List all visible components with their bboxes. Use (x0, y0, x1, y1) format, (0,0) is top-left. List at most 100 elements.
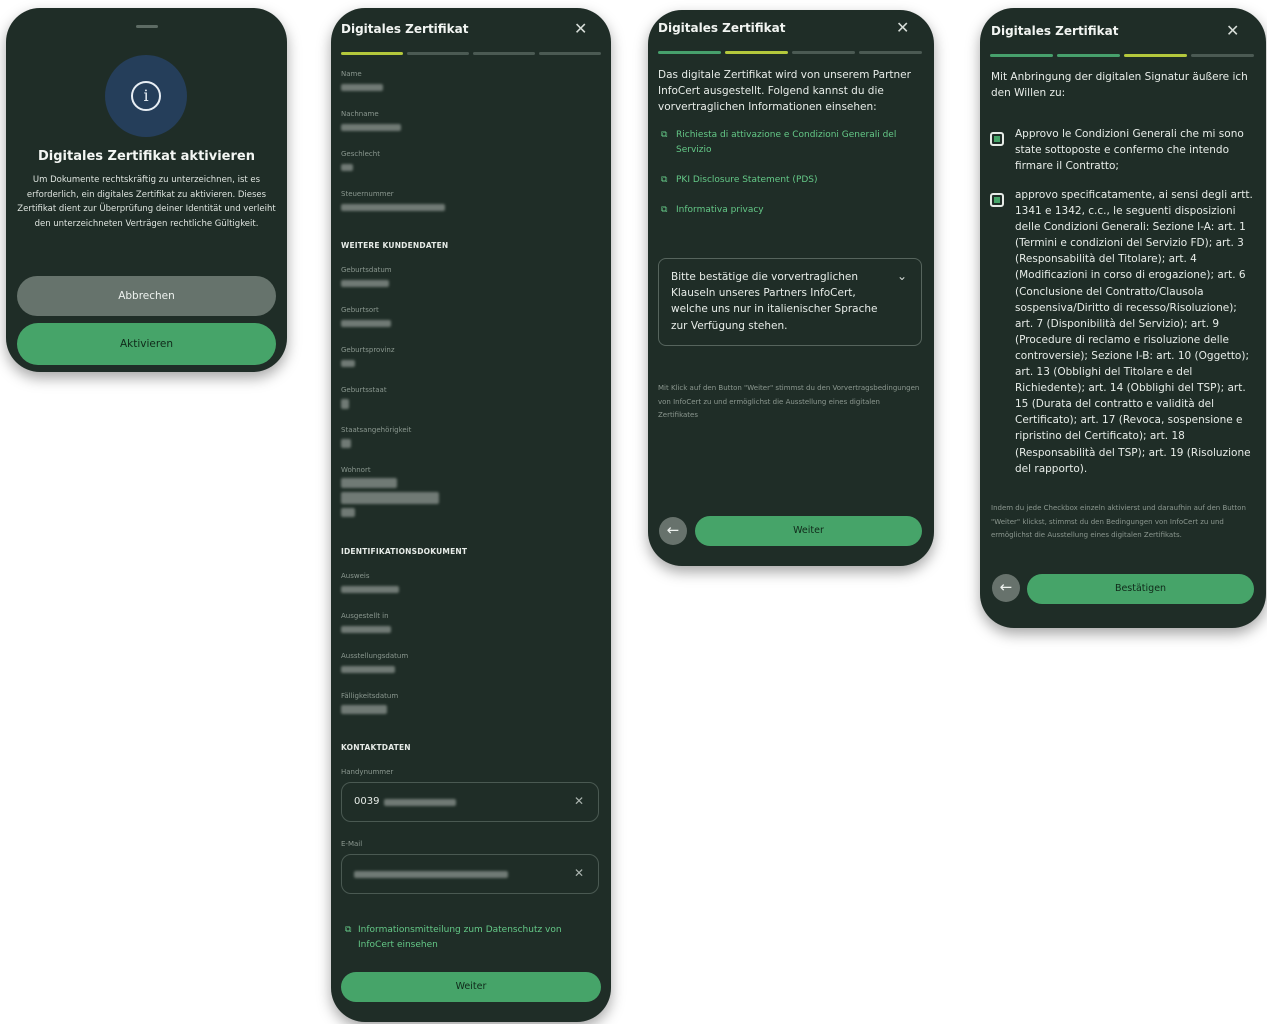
confirm-button[interactable]: Bestätigen (1027, 574, 1254, 604)
pds-link-text: PKI Disclosure Statement (PDS) (676, 175, 818, 185)
redacted-value (354, 871, 508, 878)
clear-icon[interactable]: ✕ (574, 794, 584, 808)
redacted-value (341, 478, 397, 488)
consent-checkbox-1[interactable] (990, 132, 1004, 146)
cancel-button[interactable]: Abbrechen (17, 276, 276, 316)
redacted-value (341, 586, 399, 593)
activate-button[interactable]: Aktivieren (17, 323, 276, 365)
redacted-value (341, 164, 353, 171)
close-icon[interactable]: ✕ (574, 21, 587, 37)
screen-title: Digitales Zertifikat (991, 24, 1119, 38)
screen-title: Digitales Zertifikat (341, 22, 469, 36)
step-indicator (990, 54, 1053, 57)
step-indicator (792, 51, 855, 54)
external-link-icon: ⧉ (661, 205, 668, 215)
field-label: Geburtsdatum (341, 266, 392, 274)
intro-text: Das digitale Zertifikat wird von unserem… (658, 69, 911, 113)
email-input[interactable]: ✕ (341, 854, 599, 894)
pds-link[interactable]: ⧉ PKI Disclosure Statement (PDS) (661, 173, 923, 188)
redacted-value (384, 799, 456, 806)
redacted-value (341, 280, 389, 287)
redacted-value (341, 439, 351, 448)
redacted-value (341, 204, 445, 211)
step-progress (990, 54, 1254, 57)
step-indicator (341, 52, 403, 55)
screen-title: Digitales Zertifikat (658, 21, 786, 35)
section-heading: WEITERE KUNDENDATEN (341, 241, 449, 250)
redacted-value (341, 360, 355, 367)
field-label: Geschlecht (341, 150, 380, 158)
sheet-description: Um Dokumente rechtskräftig zu unterzeich… (17, 175, 276, 229)
privacy-link[interactable]: ⧉ Informationsmitteilung zum Datenschutz… (345, 923, 595, 953)
redacted-value (341, 399, 349, 409)
signature-consent-screen: Digitales Zertifikat ✕ Mit Anbringung de… (980, 8, 1266, 628)
step-indicator (658, 51, 721, 54)
step-indicator (473, 52, 535, 55)
field-label: Geburtsstaat (341, 386, 387, 394)
redacted-value (341, 320, 391, 327)
close-icon[interactable]: ✕ (896, 20, 909, 36)
field-label: Geburtsort (341, 306, 379, 314)
sheet-title: Digitales Zertifikat aktivieren (38, 149, 255, 164)
back-button[interactable]: ← (659, 517, 687, 545)
next-button[interactable]: Weiter (341, 972, 601, 1002)
field-label: Ausgestellt in (341, 612, 389, 620)
redacted-value (341, 84, 383, 91)
section-heading: KONTAKTDATEN (341, 743, 411, 752)
step-indicator (539, 52, 601, 55)
precontractual-info-screen: Digitales Zertifikat ✕ Das digitale Zert… (648, 10, 934, 566)
field-label: Staatsangehörigkeit (341, 426, 412, 434)
step-indicator (725, 51, 788, 54)
section-heading: IDENTIFIKATIONSDOKUMENT (341, 547, 468, 556)
activate-certificate-sheet: i Digitales Zertifikat aktivieren Um Dok… (6, 8, 287, 372)
field-label: Name (341, 70, 362, 78)
phone-value: 0039 (354, 796, 380, 807)
external-link-icon: ⧉ (661, 175, 668, 185)
field-label: Fälligkeitsdatum (341, 692, 399, 700)
clear-icon[interactable]: ✕ (574, 866, 584, 880)
step-indicator (407, 52, 469, 55)
field-label: Nachname (341, 110, 379, 118)
consent-text-1: Approvo le Condizioni Generali che mi so… (1015, 128, 1244, 173)
field-label: Steuernummer (341, 190, 394, 198)
consent-note: Indem du jede Checkbox einzeln aktiviers… (991, 504, 1246, 539)
accordion-text: Bitte bestätige die vorvertraglichen Kla… (671, 271, 878, 332)
field-label: Wohnort (341, 466, 371, 474)
consent-note: Mit Klick auf den Button "Weiter" stimms… (658, 384, 920, 419)
arrow-left-icon: ← (999, 578, 1013, 596)
back-button[interactable]: ← (992, 574, 1020, 602)
field-label: Geburtsprovinz (341, 346, 395, 354)
phone-label: Handynummer (341, 768, 394, 776)
privacy-link[interactable]: ⧉ Informativa privacy (661, 203, 923, 218)
drag-handle[interactable] (136, 25, 158, 28)
info-badge: i (105, 55, 187, 137)
redacted-value (341, 626, 391, 633)
redacted-value (341, 492, 439, 504)
step-indicator (1124, 54, 1187, 57)
external-link-icon: ⧉ (345, 925, 352, 935)
chevron-down-icon[interactable]: ⌄ (897, 269, 907, 283)
clauses-accordion[interactable]: Bitte bestätige die vorvertraglichen Kla… (658, 258, 922, 346)
next-button[interactable]: Weiter (695, 516, 922, 546)
field-label: Ausweis (341, 572, 370, 580)
external-link-icon: ⧉ (661, 130, 668, 140)
step-progress (658, 51, 922, 54)
consent-checkbox-2[interactable] (990, 193, 1004, 207)
redacted-value (341, 124, 401, 131)
consent-text-2: approvo specificatamente, ai sensi degli… (1015, 189, 1253, 475)
intro-text: Mit Anbringung der digitalen Signatur äu… (991, 71, 1248, 99)
privacy-link-text: Informationsmitteilung zum Datenschutz v… (358, 925, 562, 950)
step-indicator (1057, 54, 1120, 57)
certificate-data-screen: Digitales Zertifikat ✕ Name Nachname Ges… (331, 8, 611, 1022)
phone-input[interactable]: 0039 ✕ (341, 782, 599, 822)
redacted-value (341, 705, 387, 714)
step-indicator (1191, 54, 1254, 57)
privacy-link-text: Informativa privacy (676, 205, 764, 215)
email-label: E-Mail (341, 840, 363, 848)
info-icon: i (131, 81, 161, 111)
terms-link[interactable]: ⧉ Richiesta di attivazione e Condizioni … (661, 128, 923, 158)
step-indicator (859, 51, 922, 54)
redacted-value (341, 666, 395, 673)
close-icon[interactable]: ✕ (1226, 23, 1239, 39)
field-label: Ausstellungsdatum (341, 652, 409, 660)
